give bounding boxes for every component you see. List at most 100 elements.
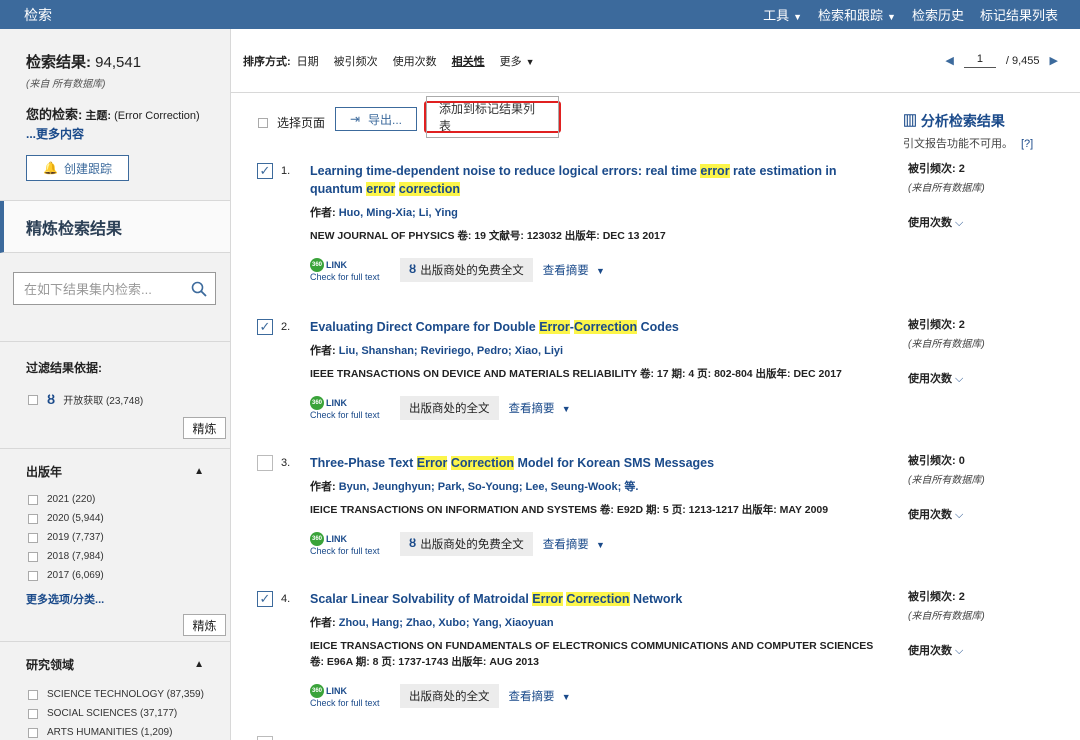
unlock-icon: ȣ — [409, 538, 417, 550]
caret-down-icon: ▼ — [793, 12, 803, 22]
record-checkbox[interactable]: ✓ — [257, 591, 273, 607]
prev-page-icon[interactable]: ◀ — [945, 54, 953, 67]
full-text-button[interactable]: 出版商处的全文 — [400, 684, 499, 708]
view-abstract-link[interactable]: 查看摘要 ▼ — [509, 400, 571, 416]
pagination: ◀ 1 / 9,455 ▶ — [945, 53, 1058, 68]
refine-button[interactable]: 精炼 — [183, 614, 226, 636]
record-title-link[interactable]: Evaluating Direct Compare for Double Err… — [310, 318, 880, 336]
360-logo-icon: 360 — [310, 396, 324, 410]
brand-search-link[interactable]: 检索 — [24, 5, 52, 25]
nav-marked-list[interactable]: 标记结果列表 — [980, 5, 1058, 24]
sort-date[interactable]: 日期 — [297, 53, 319, 69]
help-link[interactable]: [?] — [1021, 138, 1033, 150]
usage-dropdown[interactable]: 使用次数 ⌵ — [908, 370, 985, 386]
sort-cited[interactable]: 被引频次 — [334, 53, 378, 69]
checkbox[interactable] — [28, 394, 38, 405]
checkbox[interactable] — [28, 689, 38, 700]
cited-count[interactable]: 被引频次: 0 — [908, 452, 985, 468]
cited-count[interactable]: 被引频次: 2 — [908, 160, 985, 176]
record-actions: 360 LINK Check for full text 出版商处的全文 查看摘要 … — [310, 684, 880, 708]
author-links[interactable]: Zhou, Hang; Zhao, Xubo; Yang, Xiaoyuan — [339, 617, 554, 629]
refine-search-input[interactable]: 在如下结果集内检索... — [13, 272, 216, 305]
select-page[interactable]: 选择页面 — [258, 114, 325, 131]
checkbox[interactable] — [28, 727, 38, 738]
add-to-marked-list-button[interactable]: 添加到标记结果列表 — [426, 96, 559, 138]
full-text-button[interactable]: ȣ 出版商处的免费全文 — [400, 532, 533, 556]
checkbox[interactable] — [28, 708, 38, 719]
usage-dropdown[interactable]: 使用次数 ⌵ — [908, 642, 985, 658]
analyze-link[interactable]: ▥ 分析检索结果 — [903, 111, 1033, 131]
checkbox[interactable] — [28, 494, 38, 505]
more-options-link[interactable]: 更多选项/分类... — [26, 591, 216, 607]
bar-chart-icon: ▥ — [903, 113, 917, 129]
record-body: Three-Phase Text Error Correction Model … — [310, 454, 880, 556]
360-link[interactable]: 360 LINK Check for full text — [310, 258, 390, 282]
record-checkbox[interactable]: ✓ — [257, 319, 273, 335]
full-text-button[interactable]: 出版商处的全文 — [400, 396, 499, 420]
record-title-link[interactable]: Scalar Linear Solvability of Matroidal E… — [310, 590, 880, 608]
record-title-link[interactable]: Learning time-dependent noise to reduce … — [310, 162, 880, 198]
search-icon[interactable] — [191, 281, 207, 297]
view-abstract-link[interactable]: 查看摘要 ▼ — [543, 262, 605, 278]
filter-item[interactable]: 2017 (6,069) — [28, 566, 216, 585]
360-link[interactable]: 360 LINK Check for full text — [310, 684, 390, 708]
record-number: 3. — [281, 457, 291, 469]
caret-down-icon: ▼ — [525, 56, 535, 67]
checkbox[interactable] — [258, 117, 268, 128]
results-count: 检索结果: 94,541 — [26, 54, 142, 71]
record-title-link[interactable]: Three-Phase Text Error Correction Model … — [310, 454, 880, 472]
checkbox[interactable] — [28, 513, 38, 524]
sort-usage[interactable]: 使用次数 — [393, 53, 437, 69]
filter-item[interactable]: 2018 (7,984) — [28, 547, 216, 566]
sort-more[interactable]: 更多 ▼ — [500, 53, 535, 69]
record-checkbox[interactable]: ✓ — [257, 163, 273, 179]
unlock-icon: ȣ — [47, 392, 56, 407]
refine-title: 精炼检索结果 — [0, 201, 230, 253]
usage-dropdown[interactable]: 使用次数 ⌵ — [908, 506, 985, 522]
cited-count[interactable]: 被引频次: 2 — [908, 316, 985, 332]
record-checkbox[interactable] — [257, 736, 273, 740]
create-alert-button[interactable]: 🔔 创建跟踪 — [26, 155, 129, 181]
collapse-icon[interactable]: ▲ — [194, 466, 204, 477]
record-metrics: 被引频次: 2 (来自所有数据库) 使用次数 ⌵ — [908, 588, 985, 658]
cited-count[interactable]: 被引频次: 2 — [908, 588, 985, 604]
record-checkbox[interactable] — [257, 455, 273, 471]
author-links[interactable]: Liu, Shanshan; Reviriego, Pedro; Xiao, L… — [339, 345, 563, 357]
checkbox[interactable] — [28, 532, 38, 543]
filter-item[interactable]: SCIENCE TECHNOLOGY (87,359) — [28, 685, 216, 704]
caret-down-icon: ▼ — [887, 12, 896, 22]
source-note: (来自 所有数据库) — [26, 79, 106, 90]
360-link[interactable]: 360 LINK Check for full text — [310, 396, 390, 420]
results-toolbar: 选择页面 ⇥ 导出... 添加到标记结果列表 ▥ 分析检索结果 引文报告功能不可用… — [231, 93, 1080, 150]
collapse-icon[interactable]: ▲ — [194, 659, 204, 670]
record-source: IEEE TRANSACTIONS ON DEVICE AND MATERIAL… — [310, 368, 842, 380]
top-nav: 工具 ▼ 检索和跟踪 ▼ 检索历史 标记结果列表 — [763, 5, 1058, 24]
filter-item[interactable]: 2020 (5,944) — [28, 509, 216, 528]
checkbox[interactable] — [28, 570, 38, 581]
filter-item[interactable]: ARTS HUMANITIES (1,209) — [28, 723, 216, 740]
author-links[interactable]: Byun, Jeunghyun; Park, So-Young; Lee, Se… — [339, 481, 639, 493]
author-links[interactable]: Huo, Ming-Xia; Li, Ying — [339, 207, 458, 219]
filter-item[interactable]: SOCIAL SCIENCES (37,177) — [28, 704, 216, 723]
filter-item[interactable]: 2021 (220) — [28, 490, 216, 509]
view-abstract-link[interactable]: 查看摘要 ▼ — [543, 536, 605, 552]
refine-button[interactable]: 精炼 — [183, 417, 226, 439]
query-summary: 您的检索: 主题: (Error Correction) — [26, 107, 200, 122]
sort-relevance[interactable]: 相关性 — [452, 53, 485, 69]
nav-search-track[interactable]: 检索和跟踪 ▼ — [818, 5, 896, 24]
view-abstract-link[interactable]: 查看摘要 ▼ — [509, 688, 571, 704]
full-text-button[interactable]: ȣ 出版商处的免费全文 — [400, 258, 533, 282]
next-page-icon[interactable]: ▶ — [1050, 54, 1058, 67]
nav-history[interactable]: 检索历史 — [912, 5, 964, 24]
chevron-down-icon: ⌵ — [952, 509, 964, 521]
filter-item[interactable]: 2019 (7,737) — [28, 528, 216, 547]
nav-tools[interactable]: 工具 ▼ — [763, 5, 802, 24]
export-button[interactable]: ⇥ 导出... — [335, 107, 417, 131]
checkbox[interactable] — [28, 551, 38, 562]
usage-dropdown[interactable]: 使用次数 ⌵ — [908, 214, 985, 230]
filter-item[interactable]: ȣ 开放获取 (23,748) — [28, 390, 216, 409]
page-input[interactable]: 1 — [963, 53, 996, 68]
360-link[interactable]: 360 LINK Check for full text — [310, 532, 390, 556]
results-summary: 检索结果: 94,541 (来自 所有数据库) 您的检索: 主题: (Error… — [0, 29, 230, 201]
more-content-link[interactable]: ...更多内容 — [26, 125, 230, 142]
